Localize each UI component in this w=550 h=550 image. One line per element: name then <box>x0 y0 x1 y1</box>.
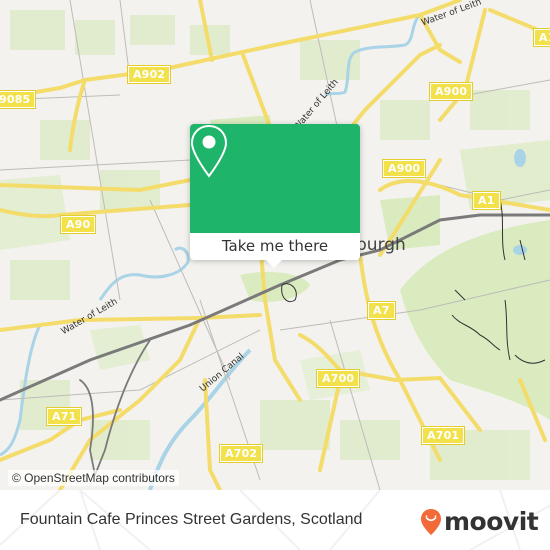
road-label-a1: A1 <box>472 191 501 210</box>
place-name: Fountain Cafe Princes Street Gardens, Sc… <box>20 511 363 528</box>
road-label-a7: A7 <box>367 301 396 320</box>
destination-popup: Take me there <box>190 124 360 268</box>
road-label-a1-top: A1 <box>533 28 550 47</box>
road-label-a90: A90 <box>59 215 97 234</box>
moovit-wordmark: moovit <box>444 507 539 536</box>
road-label-b9085: 9085 <box>0 90 37 109</box>
map[interactable]: A902 9085 A90 A900 A900 A1 A1 A7 A700 A7… <box>0 0 550 490</box>
road-label-a701: A701 <box>420 426 466 445</box>
take-me-there-button[interactable]: Take me there <box>190 233 360 260</box>
moovit-pin-icon <box>421 509 441 535</box>
road-label-a700: A700 <box>315 369 361 388</box>
footer: Fountain Cafe Princes Street Gardens, Sc… <box>0 490 550 550</box>
road-label-a900-north: A900 <box>428 82 474 101</box>
road-label-a71: A71 <box>45 407 83 426</box>
map-pin-icon <box>190 124 228 178</box>
popup-header <box>190 124 360 233</box>
road-label-a900-south: A900 <box>381 159 427 178</box>
city-label: burgh <box>356 235 406 255</box>
map-attribution[interactable]: © OpenStreetMap contributors <box>8 470 179 486</box>
popup-pointer <box>266 260 282 268</box>
moovit-logo[interactable]: moovit <box>420 507 539 536</box>
road-label-a702: A702 <box>218 444 264 463</box>
road-label-a902: A902 <box>126 65 172 84</box>
